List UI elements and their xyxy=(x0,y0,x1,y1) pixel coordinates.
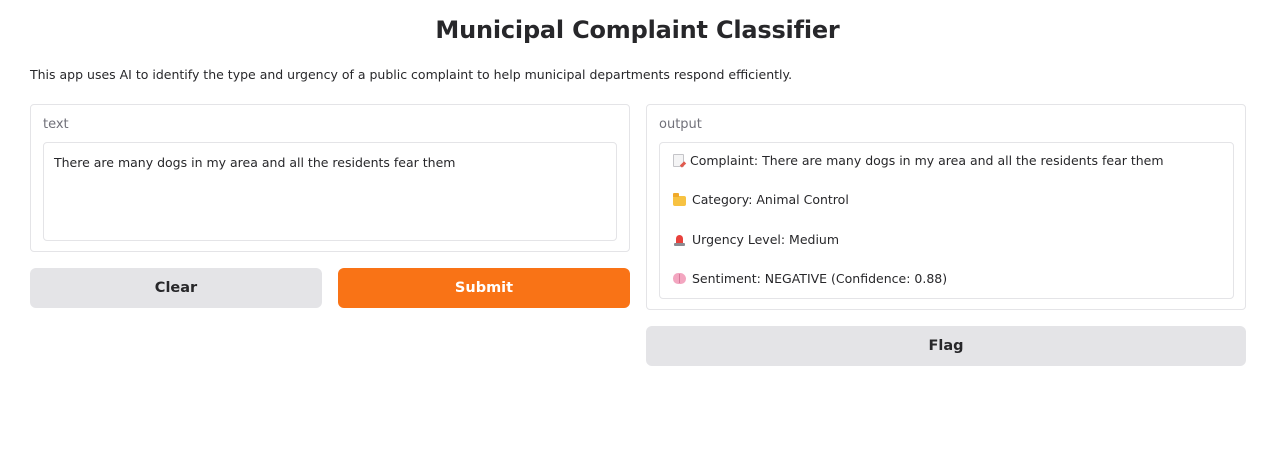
output-sentiment-line: Sentiment: NEGATIVE (Confidence: 0.88) xyxy=(673,271,947,286)
output-textbox: Complaint: There are many dogs in my are… xyxy=(659,142,1234,299)
input-label: text xyxy=(43,117,69,132)
output-label: output xyxy=(659,117,702,132)
output-sentiment-text: Sentiment: NEGATIVE (Confidence: 0.88) xyxy=(692,271,948,286)
output-category-text: Category: Animal Control xyxy=(692,192,849,207)
siren-icon xyxy=(673,233,686,246)
output-urgency-text: Urgency Level: Medium xyxy=(692,232,840,247)
output-complaint-line: Complaint: There are many dogs in my are… xyxy=(673,153,1164,168)
submit-button[interactable]: Submit xyxy=(338,268,630,308)
input-panel: text There are many dogs in my area and … xyxy=(30,104,630,252)
output-panel: output Complaint: There are many dogs in… xyxy=(646,104,1246,310)
memo-icon xyxy=(673,154,684,167)
complaint-text-input[interactable]: There are many dogs in my area and all t… xyxy=(43,142,617,241)
app-description: This app uses AI to identify the type an… xyxy=(30,67,793,82)
page-title: Municipal Complaint Classifier xyxy=(435,16,840,44)
folder-icon xyxy=(673,192,686,206)
output-category-line: Category: Animal Control xyxy=(673,192,849,207)
output-urgency-line: Urgency Level: Medium xyxy=(673,232,839,247)
brain-icon xyxy=(673,273,686,284)
app-page: Municipal Complaint Classifier This app … xyxy=(0,0,1275,462)
output-complaint-text: Complaint: There are many dogs in my are… xyxy=(690,153,1164,168)
clear-button[interactable]: Clear xyxy=(30,268,322,308)
flag-button[interactable]: Flag xyxy=(646,326,1246,366)
